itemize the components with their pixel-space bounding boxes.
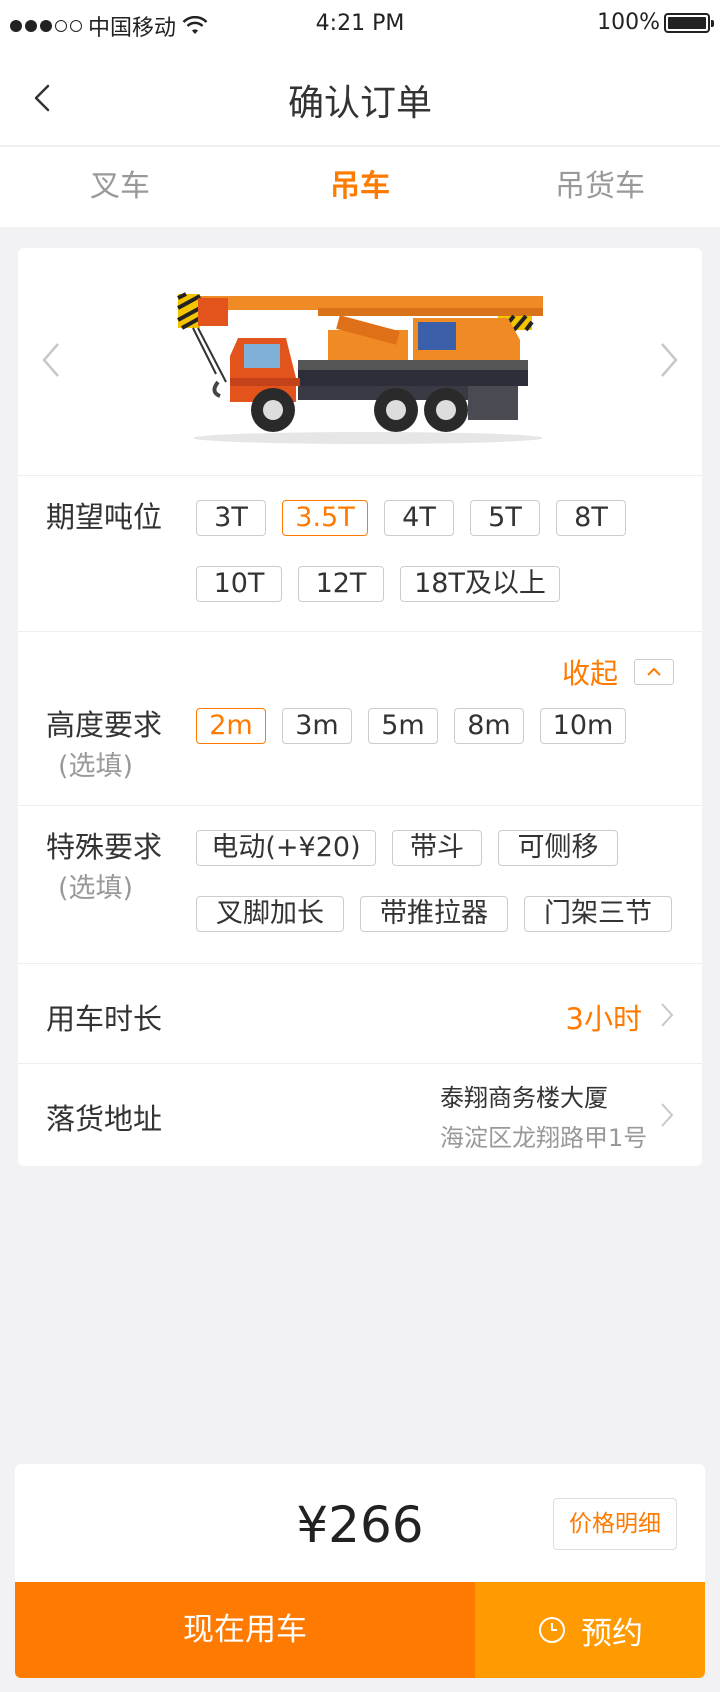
special-option-electric[interactable]: 电动(+¥20) [196,830,376,866]
tonnage-label: 期望吨位 [46,500,163,534]
height-option-8m[interactable]: 8m [454,708,524,744]
address-row[interactable]: 落货地址 泰翔商务楼大厦 海淀区龙翔路甲1号 [18,1064,702,1166]
special-section: 特殊要求 (选填) 电动(+¥20) 带斗 可侧移 叉脚加长 带推拉器 门架三节 [18,806,702,964]
duration-value: 3小时 [565,1002,642,1036]
height-optional-label: (选填) [58,751,134,782]
status-right: 100% [597,10,714,35]
collapse-label: 收起 [561,657,618,690]
tab-crane-truck[interactable]: 吊货车 [480,147,720,227]
tab-crane[interactable]: 吊车 [240,147,480,227]
height-label: 高度要求 [46,708,163,742]
vehicle-tabs: 叉车 吊车 吊货车 [0,147,720,227]
tonnage-option-3-5t[interactable]: 3.5T [282,500,368,536]
chevron-right-icon [661,1103,674,1127]
duration-row[interactable]: 用车时长 3小时 [18,964,702,1064]
page-title: 确认订单 [287,83,432,124]
height-option-10m[interactable]: 10m [540,708,626,744]
tonnage-option-5t[interactable]: 5T [470,500,540,536]
tonnage-option-3t[interactable]: 3T [196,500,266,536]
reserve-button[interactable]: 预约 [475,1582,705,1678]
special-option-push-pull[interactable]: 带推拉器 [360,896,508,932]
battery-percent: 100% [597,10,660,35]
height-section: 收起 高度要求 (选填) 2m 3m 5m 8m 10m [18,632,702,806]
clock-icon [539,1617,565,1643]
tonnage-section: 期望吨位 3T 3.5T 4T 5T 8T 10T 12T 18T及以上 [18,476,702,632]
battery-icon [664,12,714,33]
address-label: 落货地址 [46,1102,163,1136]
chevron-up-icon [634,659,674,685]
address-line2: 海淀区龙翔路甲1号 [440,1124,648,1152]
order-card: 期望吨位 3T 3.5T 4T 5T 8T 10T 12T 18T及以上 收起 … [18,248,702,1166]
special-option-triple-mast[interactable]: 门架三节 [524,896,672,932]
carousel-prev-icon[interactable] [34,338,68,382]
height-option-5m[interactable]: 5m [368,708,438,744]
price-detail-button[interactable]: 价格明细 [553,1498,677,1550]
checkout-panel: ¥266 价格明细 现在用车 预约 [15,1464,705,1678]
special-option-fork-extension[interactable]: 叉脚加长 [196,896,344,932]
crane-truck-image [177,292,543,444]
special-option-bucket[interactable]: 带斗 [392,830,482,866]
tonnage-option-18t-plus[interactable]: 18T及以上 [400,566,560,602]
height-option-2m[interactable]: 2m [196,708,266,744]
tonnage-option-10t[interactable]: 10T [196,566,282,602]
tonnage-option-12t[interactable]: 12T [298,566,384,602]
special-option-side-shift[interactable]: 可侧移 [498,830,618,866]
special-label: 特殊要求 [46,830,163,864]
duration-label: 用车时长 [46,1002,163,1036]
chevron-right-icon [661,1003,674,1027]
height-option-3m[interactable]: 3m [282,708,352,744]
nav-bar: 确认订单 [0,50,720,146]
tonnage-option-8t[interactable]: 8T [556,500,626,536]
status-bar: 中国移动 4:21 PM 100% [0,0,720,50]
special-optional-label: (选填) [58,873,134,904]
address-line1: 泰翔商务楼大厦 [440,1084,608,1112]
vehicle-carousel [18,248,702,476]
tonnage-option-4t[interactable]: 4T [384,500,454,536]
tab-forklift[interactable]: 叉车 [0,147,240,227]
use-now-button[interactable]: 现在用车 [15,1582,475,1678]
carousel-next-icon[interactable] [652,338,686,382]
reserve-label: 预约 [581,1615,643,1652]
collapse-button[interactable]: 收起 [562,652,674,692]
